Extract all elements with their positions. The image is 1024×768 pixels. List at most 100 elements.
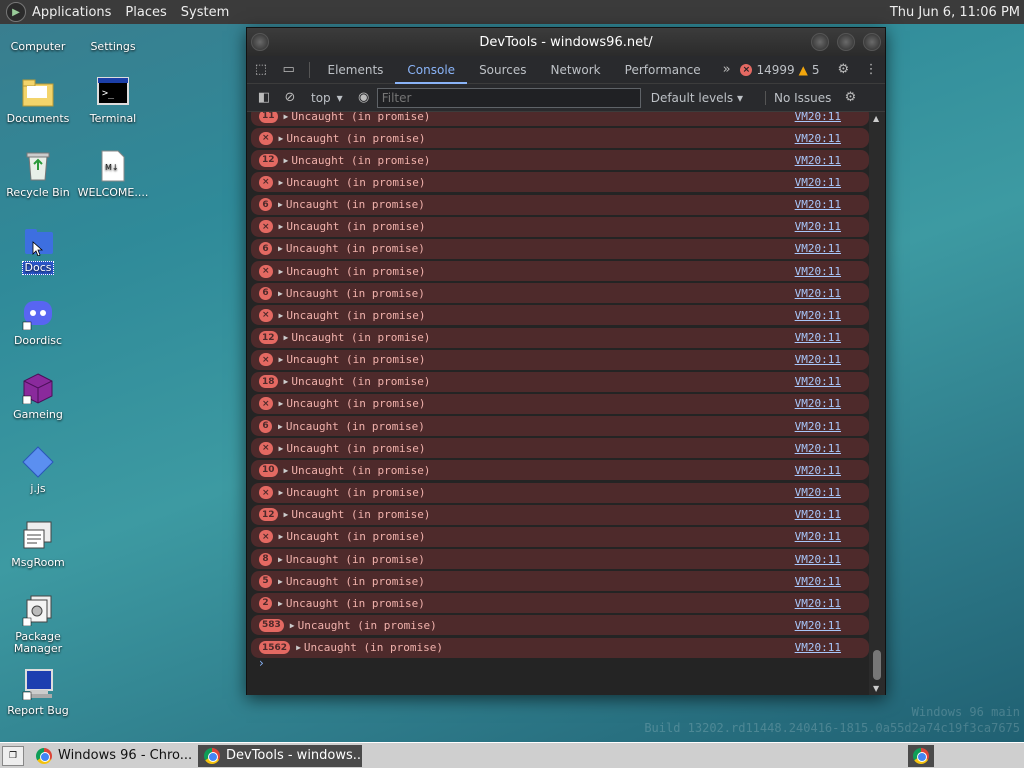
more-options-icon[interactable]: ⋮ [857,62,885,77]
source-link[interactable]: VM20:11 [795,309,841,322]
desktop-icon-settings[interactable]: Settings [76,24,150,53]
source-link[interactable]: VM20:11 [795,619,841,632]
os-logo-icon[interactable]: ▶ [6,2,26,22]
sidebar-toggle-icon[interactable]: ◧ [251,90,277,105]
menu-applications[interactable]: Applications [32,5,111,20]
expand-triangle-icon[interactable]: ▶ [284,377,289,386]
console-error-row[interactable]: 2 ▶ Uncaught (in promise) VM20:11 [251,593,869,614]
console-error-row[interactable]: × ▶ Uncaught (in promise) VM20:11 [251,305,869,326]
source-link[interactable]: VM20:11 [795,464,841,477]
show-desktop-button[interactable]: ❐ [2,745,24,766]
filter-input[interactable] [376,87,641,108]
console-error-row[interactable]: 10 ▶ Uncaught (in promise) VM20:11 [251,460,869,481]
desktop-icon-doordisc[interactable]: Doordisc [1,298,75,347]
taskbar-item-chrome[interactable]: Windows 96 - Chro... [30,745,194,767]
expand-triangle-icon[interactable]: ▶ [278,599,283,608]
console-error-row[interactable]: 6 ▶ Uncaught (in promise) VM20:11 [251,283,869,304]
expand-triangle-icon[interactable]: ▶ [284,156,289,165]
source-link[interactable]: VM20:11 [795,575,841,588]
scroll-down-arrow-icon[interactable]: ▼ [873,684,879,693]
expand-triangle-icon[interactable]: ▶ [279,222,284,231]
expand-triangle-icon[interactable]: ▶ [296,643,301,652]
console-error-row[interactable]: × ▶ Uncaught (in promise) VM20:11 [251,393,869,414]
expand-triangle-icon[interactable]: ▶ [278,200,283,209]
log-levels-dropdown[interactable]: Default levels ▾ [651,91,743,105]
console-error-row[interactable]: 11 ▶ Uncaught (in promise) VM20:11 [251,112,869,126]
desktop-icon-jjs[interactable]: j.js [1,446,75,495]
expand-triangle-icon[interactable]: ▶ [279,532,284,541]
console-error-row[interactable]: × ▶ Uncaught (in promise) VM20:11 [251,526,869,547]
tab-network[interactable]: Network [539,56,613,84]
desktop-icon-documents[interactable]: Documents [1,76,75,125]
desktop-icon-recycle-bin[interactable]: Recycle Bin [1,150,75,199]
minimize-button[interactable] [811,33,829,51]
source-link[interactable]: VM20:11 [795,553,841,566]
tab-elements[interactable]: Elements [315,56,395,84]
console-error-row[interactable]: 18 ▶ Uncaught (in promise) VM20:11 [251,371,869,392]
expand-triangle-icon[interactable]: ▶ [279,444,284,453]
desktop-icon-package-manager[interactable]: Package Manager [1,594,75,655]
console-error-row[interactable]: 6 ▶ Uncaught (in promise) VM20:11 [251,194,869,215]
devtools-titlebar[interactable]: DevTools - windows96.net/ [247,28,885,56]
desktop-icon-docs[interactable]: Docs [1,224,75,275]
more-tabs-icon[interactable]: » [713,62,741,77]
console-error-row[interactable]: × ▶ Uncaught (in promise) VM20:11 [251,128,869,149]
source-link[interactable]: VM20:11 [795,508,841,521]
desktop-icon-gameing[interactable]: Gameing [1,372,75,421]
tab-console[interactable]: Console [395,56,468,84]
console-error-row[interactable]: 5 ▶ Uncaught (in promise) VM20:11 [251,571,869,592]
source-link[interactable]: VM20:11 [795,112,841,123]
expand-triangle-icon[interactable]: ▶ [279,355,284,364]
issues-button[interactable]: No Issues [765,90,831,105]
desktop-icon-computer[interactable]: Computer [1,24,75,53]
device-toolbar-icon[interactable]: ▭ [275,62,303,77]
menu-system[interactable]: System [181,5,229,20]
console-error-row[interactable]: × ▶ Uncaught (in promise) VM20:11 [251,172,869,193]
console-scrollbar[interactable]: ▲ ▼ [869,112,885,695]
source-link[interactable]: VM20:11 [795,198,841,211]
console-error-row[interactable]: × ▶ Uncaught (in promise) VM20:11 [251,438,869,459]
expand-triangle-icon[interactable]: ▶ [278,289,283,298]
source-link[interactable]: VM20:11 [795,132,841,145]
expand-triangle-icon[interactable]: ▶ [279,488,284,497]
console-error-row[interactable]: 12 ▶ Uncaught (in promise) VM20:11 [251,327,869,348]
desktop-icon-msgroom[interactable]: MsgRoom [1,520,75,569]
tray-chrome-item[interactable] [908,744,934,767]
context-selector[interactable]: top ▾ [303,91,351,105]
console-error-row[interactable]: 583 ▶ Uncaught (in promise) VM20:11 [251,615,869,636]
console-error-row[interactable]: 6 ▶ Uncaught (in promise) VM20:11 [251,416,869,437]
expand-triangle-icon[interactable]: ▶ [284,333,289,342]
source-link[interactable]: VM20:11 [795,597,841,610]
source-link[interactable]: VM20:11 [795,176,841,189]
source-link[interactable]: VM20:11 [795,641,841,654]
clock[interactable]: Thu Jun 6, 11:06 PM [890,5,1020,20]
console-error-row[interactable]: 12 ▶ Uncaught (in promise) VM20:11 [251,504,869,525]
source-link[interactable]: VM20:11 [795,442,841,455]
tab-sources[interactable]: Sources [467,56,538,84]
console-error-row[interactable]: × ▶ Uncaught (in promise) VM20:11 [251,482,869,503]
scroll-up-arrow-icon[interactable]: ▲ [873,114,879,123]
desktop-icon-terminal[interactable]: >_ Terminal [76,76,150,125]
console-error-row[interactable]: × ▶ Uncaught (in promise) VM20:11 [251,349,869,370]
console-error-row[interactable]: 12 ▶ Uncaught (in promise) VM20:11 [251,150,869,171]
close-button[interactable] [863,33,881,51]
expand-triangle-icon[interactable]: ▶ [284,112,289,121]
console-error-row[interactable]: × ▶ Uncaught (in promise) VM20:11 [251,261,869,282]
source-link[interactable]: VM20:11 [795,242,841,255]
settings-gear-icon[interactable]: ⚙ [830,62,858,77]
source-link[interactable]: VM20:11 [795,486,841,499]
source-link[interactable]: VM20:11 [795,420,841,433]
source-link[interactable]: VM20:11 [795,220,841,233]
console-error-row[interactable]: 8 ▶ Uncaught (in promise) VM20:11 [251,549,869,569]
expand-triangle-icon[interactable]: ▶ [279,178,284,187]
inspect-element-icon[interactable]: ⬚ [247,62,275,77]
expand-triangle-icon[interactable]: ▶ [279,267,284,276]
source-link[interactable]: VM20:11 [795,530,841,543]
taskbar-item-devtools[interactable]: DevTools - windows... [198,744,362,767]
expand-triangle-icon[interactable]: ▶ [278,555,283,564]
expand-triangle-icon[interactable]: ▶ [278,577,283,586]
desktop-icon-welcome[interactable]: M↓ WELCOME.... [76,150,150,199]
expand-triangle-icon[interactable]: ▶ [284,466,289,475]
live-expression-eye-icon[interactable]: ◉ [351,90,377,105]
tab-performance[interactable]: Performance [613,56,713,84]
